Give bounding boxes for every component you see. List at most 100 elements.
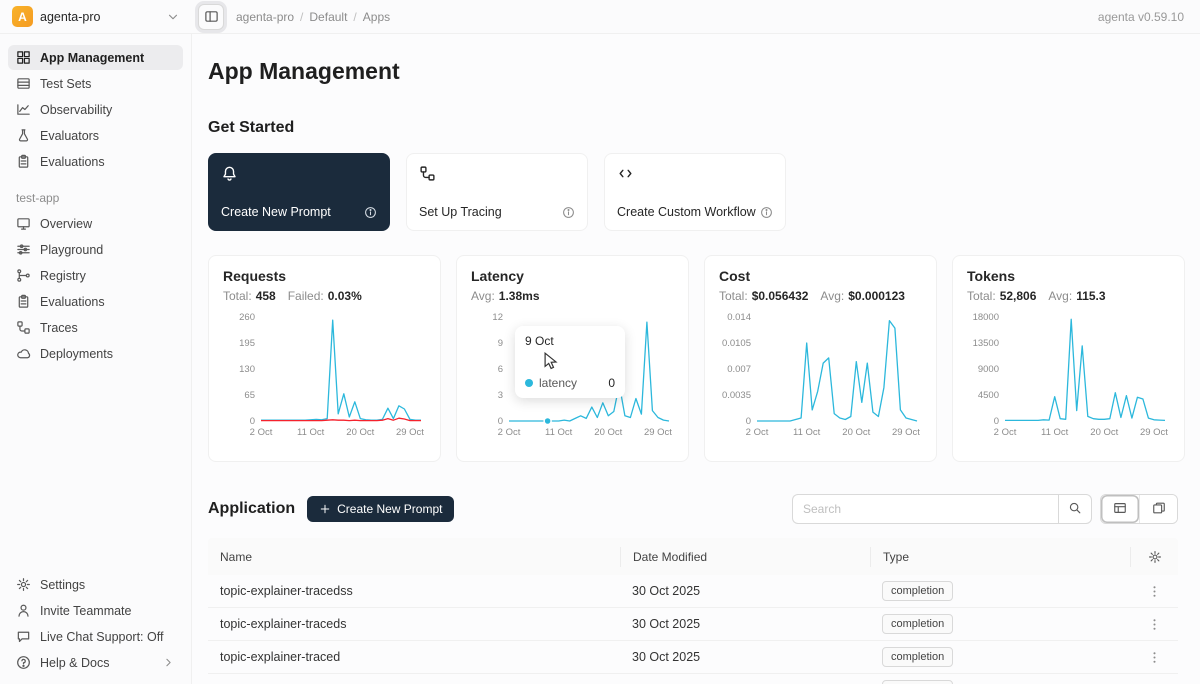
- list-icon: [16, 76, 31, 91]
- card-view-icon: [1152, 501, 1166, 518]
- search-button[interactable]: [1058, 494, 1092, 524]
- chart-tooltip: 9 Octlatency0: [515, 326, 625, 398]
- table-row[interactable]: topic-explainer-traced30 Oct 2025complet…: [208, 641, 1178, 674]
- card-view-icon: [1152, 501, 1166, 515]
- sidebar-item-evaluations[interactable]: Evaluations: [8, 289, 183, 314]
- sidebar-item-label: Overview: [40, 217, 92, 231]
- sidebar-item-evaluations[interactable]: Evaluations: [8, 149, 183, 174]
- table-header: NameDate ModifiedType: [208, 538, 1178, 575]
- dots-icon: [1147, 617, 1162, 632]
- sidebar-item-label: Registry: [40, 269, 86, 283]
- stats-row: RequestsTotal:458Failed:0.03%06513019526…: [208, 255, 1178, 462]
- latency-stat-card: LatencyAvg:1.38ms0369122 Oct11 Oct20 Oct…: [456, 255, 689, 462]
- stat-card-title: Requests: [223, 268, 426, 284]
- application-controls: [792, 494, 1178, 524]
- create-new-prompt-card[interactable]: Create New Prompt: [208, 153, 390, 231]
- topbar: A agenta-pro agenta-pro/Default/Apps age…: [0, 0, 1200, 34]
- stat-pair: Failed:0.03%: [288, 289, 362, 303]
- cloud-icon: [16, 346, 31, 361]
- svg-text:11 Oct: 11 Oct: [793, 427, 821, 438]
- card-view-button[interactable]: [1139, 495, 1177, 523]
- hovered-point-marker: [544, 418, 551, 425]
- type-badge: completion: [882, 614, 953, 634]
- info-icon: [562, 206, 575, 219]
- branch-icon: [16, 268, 31, 283]
- row-menu-button[interactable]: [1130, 617, 1178, 632]
- dots-icon: [1147, 584, 1162, 599]
- table-view-icon: [1113, 501, 1127, 515]
- sidebar-item-overview[interactable]: Overview: [8, 211, 183, 236]
- stat-card-title: Cost: [719, 268, 922, 284]
- breadcrumb-item-default[interactable]: Default: [309, 10, 347, 24]
- search-icon: [1068, 501, 1082, 518]
- panel-collapse-icon: [204, 9, 219, 24]
- breadcrumb-separator: /: [300, 10, 303, 24]
- table-settings-button[interactable]: [1130, 547, 1178, 567]
- card-label: Set Up Tracing: [419, 205, 502, 219]
- row-menu-button[interactable]: [1130, 584, 1178, 599]
- svg-text:3: 3: [498, 390, 503, 401]
- sidebar-item-label: Settings: [40, 578, 85, 592]
- create-new-prompt-button[interactable]: Create New Prompt: [307, 496, 454, 522]
- app-section-label: test-app: [16, 191, 175, 205]
- stat-card-title: Tokens: [967, 268, 1170, 284]
- svg-text:18000: 18000: [973, 312, 999, 323]
- sidebar: App ManagementTest SetsObservabilityEval…: [0, 34, 192, 684]
- svg-text:11 Oct: 11 Oct: [297, 427, 325, 438]
- view-toggle: [1100, 494, 1178, 524]
- sidebar-item-observability[interactable]: Observability: [8, 97, 183, 122]
- sidebar-item-deployments[interactable]: Deployments: [8, 341, 183, 366]
- cost-stat-card: CostTotal:$0.056432Avg:$0.00012300.00350…: [704, 255, 937, 462]
- sidebar-item-test-sets[interactable]: Test Sets: [8, 71, 183, 96]
- stat-card-title: Latency: [471, 268, 674, 284]
- type-cell: completion: [870, 614, 1130, 634]
- main-content: App Management Get Started Create New Pr…: [192, 34, 1200, 684]
- svg-text:9000: 9000: [978, 364, 999, 375]
- type-cell: completion: [870, 647, 1130, 667]
- type-badge: completion: [882, 581, 953, 601]
- sidebar-item-label: App Management: [40, 51, 144, 65]
- card-label: Create New Prompt: [221, 205, 331, 219]
- grid-icon: [16, 50, 31, 65]
- version-label: agenta v0.59.10: [1098, 10, 1200, 24]
- table-view-button[interactable]: [1101, 495, 1139, 523]
- svg-text:2 Oct: 2 Oct: [498, 427, 521, 438]
- sidebar-item-traces[interactable]: Traces: [8, 315, 183, 340]
- breadcrumb-item-agenta-pro[interactable]: agenta-pro: [236, 10, 294, 24]
- svg-text:0: 0: [746, 416, 751, 427]
- sidebar-item-registry[interactable]: Registry: [8, 263, 183, 288]
- table-row[interactable]: topic-explainer-traceds30 Oct 2025comple…: [208, 608, 1178, 641]
- workspace-selector[interactable]: A agenta-pro: [0, 6, 192, 27]
- sidebar-collapse-button[interactable]: [198, 4, 224, 30]
- svg-text:13500: 13500: [973, 338, 999, 349]
- breadcrumb-item-apps[interactable]: Apps: [363, 10, 390, 24]
- sidebar-item-help-docs[interactable]: Help & Docs: [8, 650, 183, 675]
- type-cell: completion: [870, 581, 1130, 601]
- stat-card-subtitle: Total:$0.056432Avg:$0.000123: [719, 289, 922, 303]
- table-row[interactable]: topic-explainer-tracedss30 Oct 2025compl…: [208, 575, 1178, 608]
- breadcrumb: agenta-pro/Default/Apps: [236, 10, 390, 24]
- svg-text:29 Oct: 29 Oct: [892, 427, 920, 438]
- sidebar-item-app-management[interactable]: App Management: [8, 45, 183, 70]
- table-row[interactable]: career-assessment27 Oct 2025completion: [208, 674, 1178, 684]
- svg-text:0: 0: [994, 416, 999, 427]
- svg-text:20 Oct: 20 Oct: [594, 427, 622, 438]
- sidebar-item-evaluators[interactable]: Evaluators: [8, 123, 183, 148]
- sidebar-item-settings[interactable]: Settings: [8, 572, 183, 597]
- svg-text:11 Oct: 11 Oct: [1041, 427, 1069, 438]
- sidebar-item-playground[interactable]: Playground: [8, 237, 183, 262]
- sidebar-item-invite-teammate[interactable]: Invite Teammate: [8, 598, 183, 623]
- bell-icon: [221, 165, 238, 182]
- row-menu-button[interactable]: [1130, 650, 1178, 665]
- create-custom-workflow-card[interactable]: Create Custom Workflow: [604, 153, 786, 231]
- search-input[interactable]: [792, 494, 1058, 524]
- stat-card-subtitle: Avg:1.38ms: [471, 289, 674, 303]
- svg-text:29 Oct: 29 Oct: [1140, 427, 1168, 438]
- code-icon: [617, 165, 634, 182]
- sidebar-item-live-chat-support-off[interactable]: Live Chat Support: Off: [8, 624, 183, 649]
- svg-text:0: 0: [498, 416, 503, 427]
- sidebar-item-label: Evaluations: [40, 155, 105, 169]
- stat-pair: Total:$0.056432: [719, 289, 808, 303]
- applications-table: NameDate ModifiedType topic-explainer-tr…: [208, 538, 1178, 684]
- set-up-tracing-card[interactable]: Set Up Tracing: [406, 153, 588, 231]
